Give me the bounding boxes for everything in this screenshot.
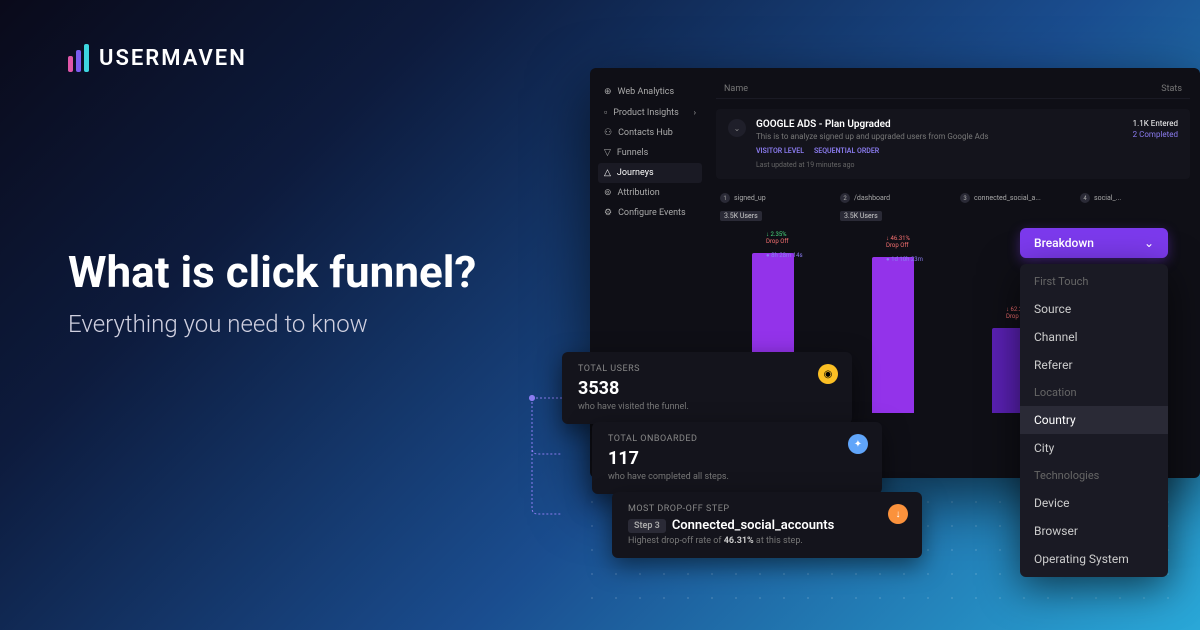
box-icon: ▫ bbox=[604, 107, 607, 118]
breakdown-dropdown: Breakdown ⌄ First TouchSourceChannelRefe… bbox=[1020, 228, 1168, 577]
chevron-right-icon: › bbox=[694, 108, 696, 117]
sidebar-item-funnels[interactable]: ▽Funnels bbox=[598, 143, 702, 163]
last-updated: Last updated at 19 minutes ago bbox=[756, 161, 1123, 169]
breakdown-item-channel[interactable]: Channel bbox=[1020, 323, 1168, 351]
breakdown-button[interactable]: Breakdown ⌄ bbox=[1020, 228, 1168, 258]
stat-cards: ◉ TOTAL USERS 3538 who have visited the … bbox=[562, 352, 922, 556]
onboarded-icon: ✦ bbox=[848, 434, 868, 454]
sidebar-item-configure-events[interactable]: ⚙Configure Events bbox=[598, 203, 702, 223]
breakdown-item-device[interactable]: Device bbox=[1020, 489, 1168, 517]
hero-title: What is click funnel? bbox=[68, 246, 476, 298]
breakdown-item-operating-system[interactable]: Operating System bbox=[1020, 545, 1168, 573]
dropoff-step: Step 3 Connected_social_accounts bbox=[628, 518, 906, 533]
logo-icon bbox=[68, 44, 89, 72]
brand-logo: USERMAVEN bbox=[68, 44, 247, 72]
funnel-summary-card[interactable]: ⌄ GOOGLE ADS - Plan Upgraded This is to … bbox=[716, 109, 1190, 179]
sidebar-item-contacts-hub[interactable]: ⚇Contacts Hub bbox=[598, 123, 702, 143]
funnel-title: GOOGLE ADS - Plan Upgraded bbox=[756, 119, 1123, 130]
chevron-down-icon: ⌄ bbox=[1144, 236, 1154, 250]
hero-subtitle: Everything you need to know bbox=[68, 310, 476, 338]
dropoff-icon: ↓ bbox=[888, 504, 908, 524]
sidebar-item-attribution[interactable]: ⊚Attribution bbox=[598, 183, 702, 203]
dropoff-sub: Highest drop-off rate of 46.31% at this … bbox=[628, 536, 906, 546]
connector-lines bbox=[526, 378, 566, 528]
breakdown-item-first-touch: First Touch bbox=[1020, 268, 1168, 295]
breakdown-menu: First TouchSourceChannelRefererLocationC… bbox=[1020, 264, 1168, 577]
card-dropoff: ↓ MOST DROP-OFF STEP Step 3 Connected_so… bbox=[612, 492, 922, 558]
breakdown-item-city[interactable]: City bbox=[1020, 434, 1168, 462]
stat-entered: 1.1K Entered bbox=[1133, 119, 1178, 128]
expand-icon[interactable]: ⌄ bbox=[728, 119, 746, 137]
breakdown-item-source[interactable]: Source bbox=[1020, 295, 1168, 323]
funnel-icon: ▽ bbox=[604, 148, 611, 158]
map-icon: △ bbox=[604, 168, 611, 178]
target-icon: ⊚ bbox=[604, 188, 612, 198]
globe-icon: ⊕ bbox=[604, 87, 612, 97]
card-onboarded: ✦ TOTAL ONBOARDED 117 who have completed… bbox=[592, 422, 882, 494]
sidebar-item-web-analytics[interactable]: ⊕Web Analytics bbox=[598, 82, 702, 102]
funnel-desc: This is to analyze signed up and upgrade… bbox=[756, 132, 1123, 141]
gear-icon: ⚙ bbox=[604, 208, 612, 218]
breakdown-item-location: Location bbox=[1020, 379, 1168, 406]
stat-completed: 2 Completed bbox=[1133, 130, 1178, 139]
hero-text: What is click funnel? Everything you nee… bbox=[68, 246, 476, 338]
col-stats: Stats bbox=[1161, 84, 1182, 94]
breakdown-item-country[interactable]: Country bbox=[1020, 406, 1168, 434]
sidebar-item-journeys[interactable]: △Journeys bbox=[598, 163, 702, 183]
breakdown-item-browser[interactable]: Browser bbox=[1020, 517, 1168, 545]
tag-visitor-level: VISITOR LEVEL bbox=[756, 147, 804, 155]
table-header: Name Stats bbox=[716, 80, 1190, 99]
card-total-users: ◉ TOTAL USERS 3538 who have visited the … bbox=[562, 352, 852, 424]
breakdown-item-referer[interactable]: Referer bbox=[1020, 351, 1168, 379]
sidebar-item-product-insights[interactable]: ▫Product Insights› bbox=[598, 102, 702, 123]
user-icon: ⚇ bbox=[604, 128, 612, 138]
brand-name: USERMAVEN bbox=[99, 46, 247, 71]
tag-sequential: SEQUENTIAL ORDER bbox=[814, 147, 879, 155]
breakdown-item-technologies: Technologies bbox=[1020, 462, 1168, 489]
onboarded-value: 117 bbox=[608, 448, 866, 469]
users-icon: ◉ bbox=[818, 364, 838, 384]
col-name: Name bbox=[724, 84, 748, 94]
total-users-value: 3538 bbox=[578, 378, 836, 399]
